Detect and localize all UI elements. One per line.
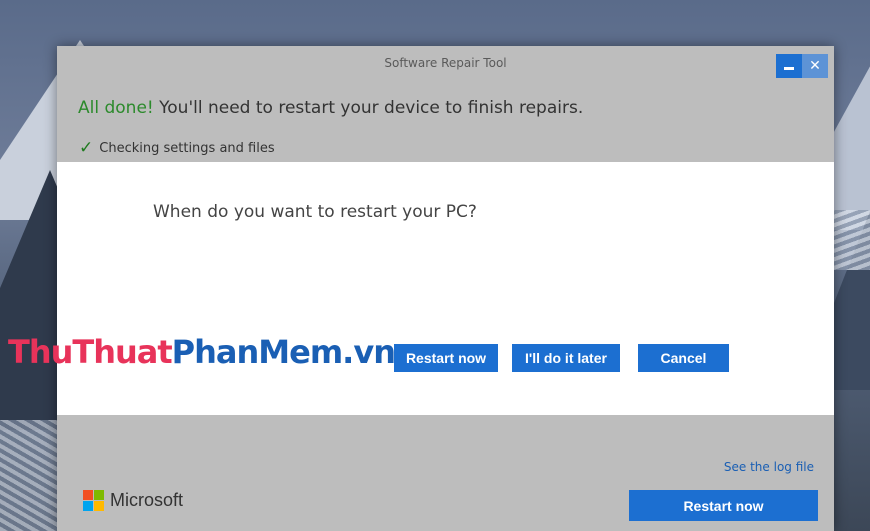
close-button[interactable]: ✕	[802, 54, 828, 78]
minimize-button[interactable]	[776, 54, 802, 78]
repair-tool-window: Software Repair Tool ✕ All done! You'll …	[57, 46, 834, 531]
check-row: ✓ Checking settings and files	[79, 138, 275, 158]
microsoft-logo: Microsoft	[83, 490, 183, 511]
watermark-part2: PhanMem.vn	[171, 333, 396, 371]
watermark-logo: ThuThuatPhanMem.vn	[8, 333, 396, 371]
footer-restart-now-button[interactable]: Restart now	[629, 490, 818, 521]
window-controls: ✕	[776, 54, 828, 78]
status-header: All done! You'll need to restart your de…	[78, 98, 583, 118]
check-label: Checking settings and files	[99, 140, 275, 156]
check-icon: ✓	[79, 138, 94, 158]
microsoft-brand-text: Microsoft	[110, 490, 184, 510]
restart-now-button[interactable]: Restart now	[394, 344, 498, 372]
cancel-button[interactable]: Cancel	[638, 344, 729, 372]
status-message: You'll need to restart your device to fi…	[159, 98, 584, 118]
window-title: Software Repair Tool	[384, 56, 507, 70]
title-bar[interactable]: Software Repair Tool ✕	[57, 46, 834, 82]
see-log-file-link[interactable]: See the log file	[724, 460, 814, 474]
watermark-part1: ThuThuat	[8, 333, 173, 371]
done-label: All done!	[78, 98, 154, 118]
restart-dialog-panel: When do you want to restart your PC? Res…	[57, 162, 834, 415]
do-it-later-button[interactable]: I'll do it later	[512, 344, 620, 372]
minimize-icon	[784, 66, 794, 70]
close-icon: ✕	[809, 58, 821, 74]
restart-question: When do you want to restart your PC?	[153, 202, 477, 222]
microsoft-logo-icon	[83, 490, 104, 511]
